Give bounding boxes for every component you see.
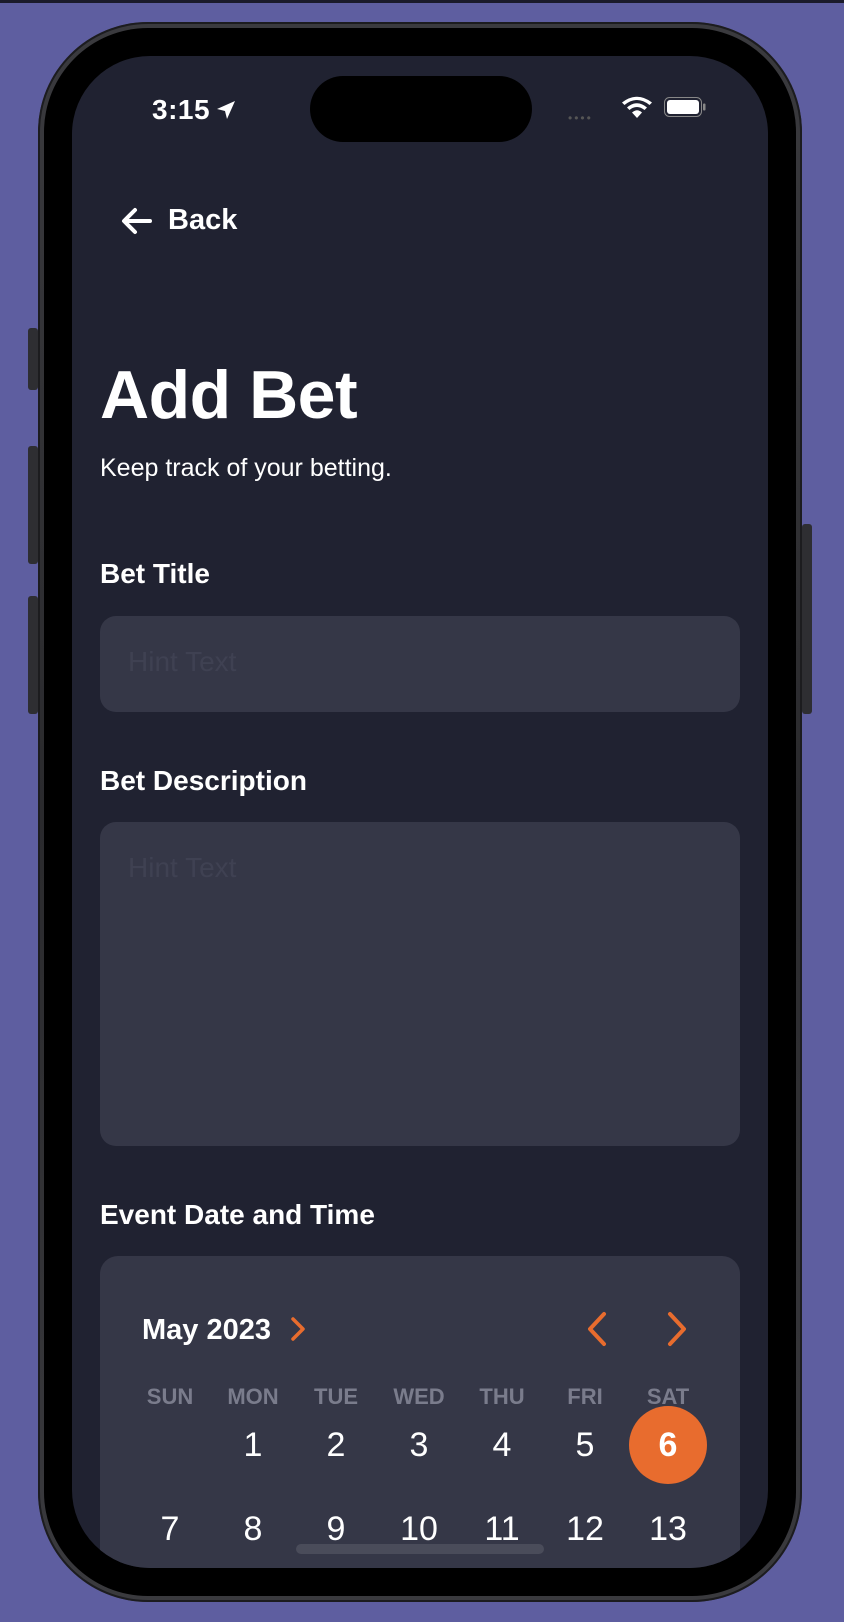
bet-description-label: Bet Description xyxy=(100,765,307,796)
calendar-day-selected[interactable]: 6 xyxy=(629,1406,707,1484)
calendar-day[interactable]: 11 xyxy=(463,1490,541,1568)
volume-down-button xyxy=(28,596,38,714)
chevron-right-icon[interactable] xyxy=(290,1316,306,1342)
wifi-icon xyxy=(622,96,652,118)
location-arrow-icon xyxy=(217,101,235,119)
app-screen: 3:15 •••• Back Add Bet Keep track of you… xyxy=(72,56,768,1568)
calendar-day[interactable]: 2 xyxy=(297,1406,375,1484)
calendar-day[interactable]: 1 xyxy=(214,1406,292,1484)
calendar-day-empty xyxy=(131,1406,209,1484)
status-time: 3:15 xyxy=(152,94,211,125)
bet-description-placeholder: Hint Text xyxy=(128,852,237,883)
arrow-left-icon xyxy=(122,207,152,234)
calendar-day[interactable]: 4 xyxy=(463,1406,541,1484)
volume-up-button xyxy=(28,446,38,564)
bet-description-input[interactable]: Hint Text xyxy=(100,822,740,1146)
month-year-selector[interactable]: May 2023 xyxy=(142,1314,271,1347)
bet-title-label: Bet Title xyxy=(100,558,210,589)
power-button xyxy=(802,524,812,714)
date-picker-calendar: May 2023 SUN MON TUE WED THU FRI SAT 1 2… xyxy=(100,1256,740,1568)
calendar-day[interactable]: 9 xyxy=(297,1490,375,1568)
page-subtitle: Keep track of your betting. xyxy=(100,454,392,482)
event-date-label: Event Date and Time xyxy=(100,1199,375,1230)
cellular-signal-icon: •••• xyxy=(568,111,593,125)
calendar-day[interactable]: 10 xyxy=(380,1490,458,1568)
back-label: Back xyxy=(168,204,238,236)
action-button xyxy=(28,328,38,390)
calendar-day[interactable]: 8 xyxy=(214,1490,292,1568)
calendar-day[interactable]: 13 xyxy=(629,1490,707,1568)
bet-title-input[interactable]: Hint Text xyxy=(100,616,740,712)
top-edge xyxy=(0,0,844,3)
bet-title-placeholder: Hint Text xyxy=(128,646,237,677)
page-title: Add Bet xyxy=(100,357,358,433)
dynamic-island xyxy=(310,76,532,142)
battery-icon xyxy=(664,97,706,117)
calendar-day[interactable]: 5 xyxy=(546,1406,624,1484)
previous-month-button[interactable] xyxy=(584,1311,610,1347)
home-indicator xyxy=(296,1544,544,1554)
calendar-day[interactable]: 3 xyxy=(380,1406,458,1484)
calendar-day[interactable]: 7 xyxy=(131,1490,209,1568)
back-button[interactable]: Back xyxy=(120,204,237,237)
next-month-button[interactable] xyxy=(664,1311,690,1347)
calendar-day[interactable]: 12 xyxy=(546,1490,624,1568)
